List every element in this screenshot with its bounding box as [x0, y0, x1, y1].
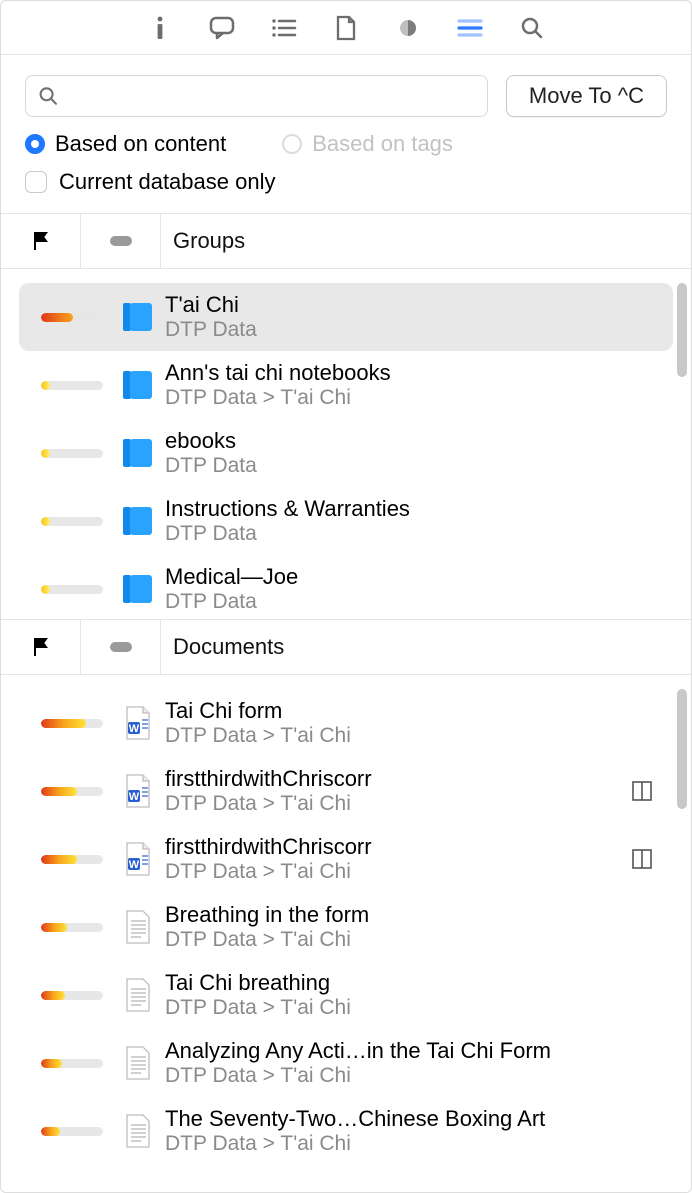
tag-pill-icon — [110, 236, 132, 246]
score-bar — [41, 517, 103, 526]
column-label[interactable] — [81, 620, 161, 674]
lines-icon[interactable] — [456, 14, 484, 42]
info-icon[interactable] — [146, 14, 174, 42]
svg-text:W: W — [129, 723, 140, 735]
groups-title: Groups — [161, 228, 691, 254]
move-to-button[interactable]: Move To ^C — [506, 75, 667, 117]
groups-header: Groups — [1, 213, 691, 269]
search-input-field[interactable] — [67, 85, 475, 108]
filter-options: Based on content Based on tags Current d… — [1, 127, 691, 213]
score-bar — [41, 923, 103, 932]
groups-list: T'ai Chi DTP Data Ann's tai chi notebook… — [1, 269, 691, 619]
duplicate-icon — [631, 848, 653, 870]
document-path: DTP Data > T'ai Chi — [165, 928, 653, 952]
checkbox-current-db-label: Current database only — [59, 169, 275, 195]
column-label[interactable] — [81, 214, 161, 268]
radio-content-label: Based on content — [55, 131, 226, 157]
tag-pill-icon — [110, 642, 132, 652]
svg-text:W: W — [129, 791, 140, 803]
radio-tags-label: Based on tags — [312, 131, 453, 157]
score-bar — [41, 1127, 103, 1136]
text-doc-icon — [121, 909, 155, 945]
group-path: DTP Data > T'ai Chi — [165, 386, 653, 410]
score-bar — [41, 991, 103, 1000]
document-row[interactable]: Breathing in the form DTP Data > T'ai Ch… — [19, 893, 673, 961]
group-row[interactable]: Medical—Joe DTP Data — [19, 555, 673, 619]
document-path: DTP Data > T'ai Chi — [165, 996, 653, 1020]
document-title: Tai Chi breathing — [165, 970, 653, 996]
documents-list: W Tai Chi form DTP Data > T'ai Chi W fir… — [1, 675, 691, 1190]
groups-scrollbar[interactable] — [677, 283, 687, 377]
document-row[interactable]: W Tai Chi form DTP Data > T'ai Chi — [19, 689, 673, 757]
document-title: Analyzing Any Acti…in the Tai Chi Form — [165, 1038, 653, 1064]
score-bar — [41, 381, 103, 390]
search-icon[interactable] — [518, 14, 546, 42]
top-toolbar — [1, 1, 691, 55]
text-doc-icon — [121, 1045, 155, 1081]
group-title: ebooks — [165, 428, 653, 454]
document-title: Tai Chi form — [165, 698, 653, 724]
score-bar — [41, 585, 103, 594]
document-title: The Seventy-Two…Chinese Boxing Art — [165, 1106, 653, 1132]
documents-header: Documents — [1, 619, 691, 675]
group-title: Ann's tai chi notebooks — [165, 360, 653, 386]
list-icon[interactable] — [270, 14, 298, 42]
document-title: Breathing in the form — [165, 902, 653, 928]
documents-title: Documents — [161, 634, 691, 660]
search-row: Move To ^C — [1, 55, 691, 127]
duplicate-icon — [631, 780, 653, 802]
document-title: firstthirdwithChriscorr — [165, 834, 621, 860]
text-doc-icon — [121, 1113, 155, 1149]
folder-icon — [121, 367, 155, 403]
group-row[interactable]: T'ai Chi DTP Data — [19, 283, 673, 351]
group-row[interactable]: ebooks DTP Data — [19, 419, 673, 487]
text-doc-icon — [121, 977, 155, 1013]
word-doc-icon: W — [121, 705, 155, 741]
document-row[interactable]: Tai Chi breathing DTP Data > T'ai Chi — [19, 961, 673, 1029]
group-path: DTP Data — [165, 454, 653, 478]
column-flag[interactable] — [1, 620, 81, 674]
score-bar — [41, 449, 103, 458]
document-icon[interactable] — [332, 14, 360, 42]
group-title: Medical—Joe — [165, 564, 653, 590]
folder-icon — [121, 503, 155, 539]
group-path: DTP Data — [165, 522, 653, 546]
word-doc-icon: W — [121, 773, 155, 809]
group-title: Instructions & Warranties — [165, 496, 653, 522]
score-bar — [41, 787, 103, 796]
score-bar — [41, 1059, 103, 1068]
document-path: DTP Data > T'ai Chi — [165, 724, 653, 748]
search-input[interactable] — [25, 75, 488, 117]
group-row[interactable]: Ann's tai chi notebooks DTP Data > T'ai … — [19, 351, 673, 419]
document-row[interactable]: W firstthirdwithChriscorr DTP Data > T'a… — [19, 757, 673, 825]
score-bar — [41, 855, 103, 864]
group-path: DTP Data — [165, 318, 653, 342]
group-title: T'ai Chi — [165, 292, 653, 318]
word-doc-icon: W — [121, 841, 155, 877]
dot-icon[interactable] — [394, 14, 422, 42]
document-path: DTP Data > T'ai Chi — [165, 792, 621, 816]
document-path: DTP Data > T'ai Chi — [165, 1064, 653, 1088]
group-path: DTP Data — [165, 590, 653, 614]
document-path: DTP Data > T'ai Chi — [165, 1132, 653, 1156]
folder-icon — [121, 435, 155, 471]
radio-based-on-tags[interactable]: Based on tags — [282, 131, 453, 157]
checkbox-current-db[interactable]: Current database only — [25, 169, 275, 195]
column-flag[interactable] — [1, 214, 81, 268]
document-path: DTP Data > T'ai Chi — [165, 860, 621, 884]
score-bar — [41, 313, 103, 322]
comment-icon[interactable] — [208, 14, 236, 42]
score-bar — [41, 719, 103, 728]
document-row[interactable]: W firstthirdwithChriscorr DTP Data > T'a… — [19, 825, 673, 893]
folder-icon — [121, 571, 155, 607]
documents-scrollbar[interactable] — [677, 689, 687, 809]
svg-text:W: W — [129, 859, 140, 871]
document-title: firstthirdwithChriscorr — [165, 766, 621, 792]
radio-based-on-content[interactable]: Based on content — [25, 131, 226, 157]
folder-icon — [121, 299, 155, 335]
group-row[interactable]: Instructions & Warranties DTP Data — [19, 487, 673, 555]
document-row[interactable]: The Seventy-Two…Chinese Boxing Art DTP D… — [19, 1097, 673, 1165]
document-row[interactable]: Analyzing Any Acti…in the Tai Chi Form D… — [19, 1029, 673, 1097]
